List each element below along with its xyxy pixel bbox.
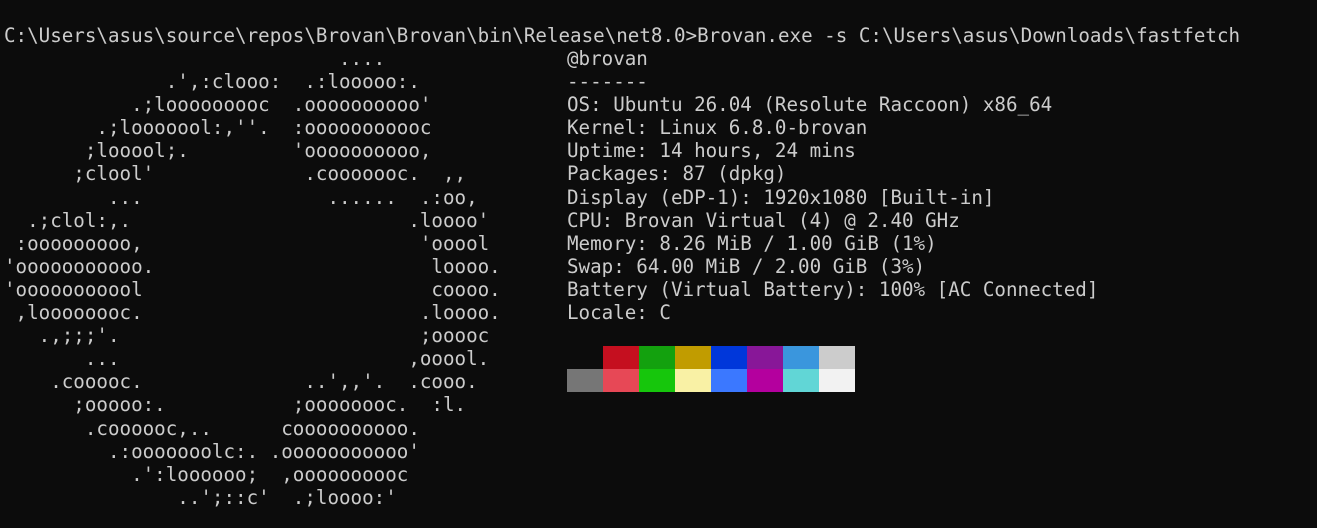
logo-line: .cooooc. ..',,'. .cooo. xyxy=(4,370,478,394)
color-swatch-bright-0 xyxy=(567,369,603,392)
logo-line: .coooooc,.. coooooooooo. xyxy=(4,416,420,440)
color-swatch-normal-5 xyxy=(747,346,783,369)
info-line: Display (eDP-1): 1920x1080 [Built-in] xyxy=(567,185,995,209)
color-swatch-bright-1 xyxy=(603,369,639,392)
color-swatch-normal-2 xyxy=(639,346,675,369)
logo-line: ;looool;. 'oooooooooo, xyxy=(4,139,432,163)
logo-line: .;looooool:,''. :ooooooooooc xyxy=(4,116,432,140)
logo-line: 'ooooooooool coooo. xyxy=(4,277,501,301)
info-line: Swap: 64.00 MiB / 2.00 GiB (3%) xyxy=(567,254,926,278)
color-swatch-normal-6 xyxy=(783,346,819,369)
color-swatch-bright-3 xyxy=(675,369,711,392)
terminal-window[interactable]: C:\Users\asus\source\repos\Brovan\Brovan… xyxy=(0,0,1317,528)
logo-line: ..';::c' .;loooo:' xyxy=(4,485,397,509)
color-swatch-normal-3 xyxy=(675,346,711,369)
color-swatch-normal-7 xyxy=(819,346,855,369)
logo-line: .... xyxy=(4,47,386,70)
info-line: CPU: Brovan Virtual (4) @ 2.40 GHz xyxy=(567,208,960,232)
logo-line: .,;;;'. ;ooooc xyxy=(4,324,490,348)
system-info: @brovan ------- OS: Ubuntu 26.04 (Resolu… xyxy=(567,47,1098,324)
info-line: OS: Ubuntu 26.04 (Resolute Raccoon) x86_… xyxy=(567,93,1053,117)
info-line: Battery (Virtual Battery): 100% [AC Conn… xyxy=(567,277,1099,301)
color-swatch-normal-4 xyxy=(711,346,747,369)
info-line: Memory: 8.26 MiB / 1.00 GiB (1%) xyxy=(567,231,937,255)
command-line: C:\Users\asus\source\repos\Brovan\Brovan… xyxy=(4,24,1241,47)
ascii-logo: .... .',:clooo: .:looooo:. .;looooooooc … xyxy=(4,47,501,509)
logo-line: ... ...... .:oo, xyxy=(4,185,478,209)
color-swatch-normal-0 xyxy=(567,346,603,369)
color-swatch-bright-5 xyxy=(747,369,783,392)
info-line: Uptime: 14 hours, 24 mins xyxy=(567,139,856,163)
logo-line: ... ,ooool. xyxy=(4,347,490,371)
color-swatch-bright-7 xyxy=(819,369,855,392)
color-swatch-bright-2 xyxy=(639,369,675,392)
logo-line: :ooooooooo, 'ooool xyxy=(4,231,490,255)
color-swatch-bright-4 xyxy=(711,369,747,392)
logo-line: 'ooooooooooo. loooo. xyxy=(4,254,501,278)
logo-line: .:ooooooolc:. .ooooooooooo' xyxy=(4,439,420,463)
logo-line: ;ooooo:. ;oooooooc. :l. xyxy=(4,393,467,417)
logo-line: .':loooooo; ,oooooooooc xyxy=(4,462,409,486)
logo-line: ;clool' .cooooooc. ,, xyxy=(4,162,467,186)
info-line: Kernel: Linux 6.8.0-brovan xyxy=(567,116,868,140)
palette-bright-row xyxy=(567,369,855,392)
user-host: @brovan xyxy=(567,47,648,70)
info-line: Packages: 87 (dpkg) xyxy=(567,162,787,186)
palette-normal-row xyxy=(567,346,855,369)
logo-line: .',:clooo: .:looooo:. xyxy=(4,70,420,94)
color-swatch-normal-1 xyxy=(603,346,639,369)
info-separator: ------- xyxy=(567,70,648,94)
info-line: Locale: C xyxy=(567,301,671,325)
logo-line: .;looooooooc .oooooooooo' xyxy=(4,93,432,117)
color-swatch-bright-6 xyxy=(783,369,819,392)
info-lines: OS: Ubuntu 26.04 (Resolute Raccoon) x86_… xyxy=(567,93,1098,324)
logo-line: ,loooooooc. .loooo. xyxy=(4,301,501,325)
logo-line: .;clol:,. .loooo' xyxy=(4,208,490,232)
color-palette xyxy=(567,346,855,392)
